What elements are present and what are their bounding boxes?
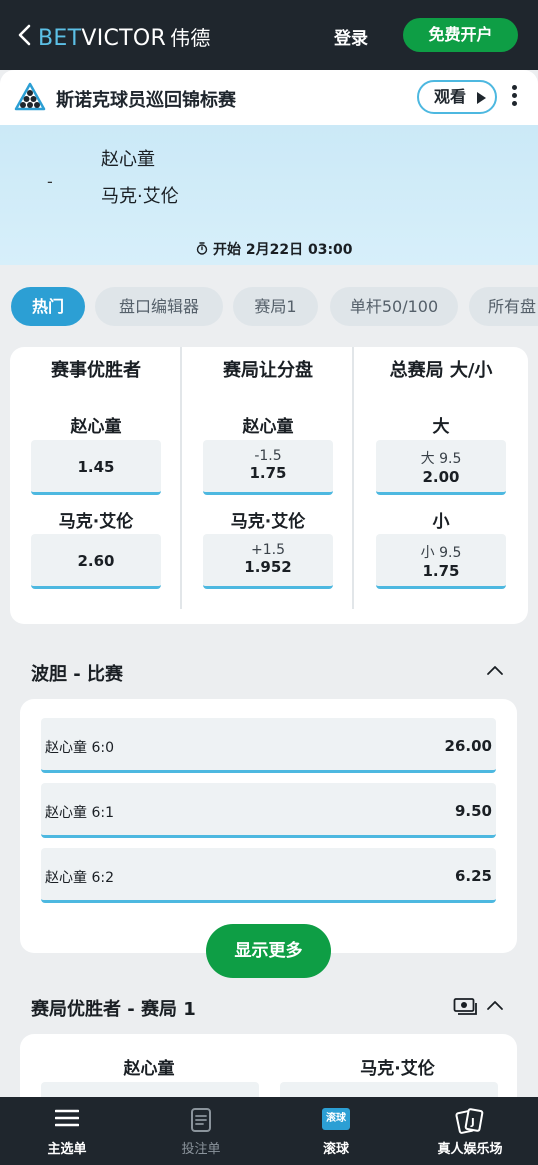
tab-frame-1[interactable]: 赛局1: [233, 287, 318, 326]
tab-popular[interactable]: 热门: [11, 287, 85, 326]
section-title-correct-score: 波胆 - 比赛: [31, 664, 124, 685]
more-options-icon[interactable]: [510, 85, 518, 109]
tab-all-markets[interactable]: 所有盘口: [469, 287, 538, 326]
player-1-name: 赵心童: [101, 149, 155, 170]
player-2-name: 马克·艾伦: [101, 186, 179, 207]
odds-price: 1.45: [77, 458, 115, 476]
tab-bet-builder[interactable]: 盘口编辑器: [95, 287, 223, 326]
selection-label: 赵心童: [70, 417, 122, 437]
start-label: 开始 2月22日 03:00: [213, 242, 353, 258]
login-button[interactable]: 登录: [334, 24, 368, 49]
nav-menu[interactable]: 主选单: [0, 1097, 134, 1165]
nav-label: 滚球: [322, 1142, 349, 1157]
odds-line: -1.5: [254, 448, 282, 464]
odds-price: 1.952: [244, 558, 292, 576]
betslip-icon: [191, 1108, 211, 1132]
bottom-nav: 主选单 投注单 滚球 滚球 J 真人娱乐场: [0, 1097, 538, 1165]
signup-button[interactable]: 免费开户: [403, 18, 518, 52]
selection-label: 马克·艾伦: [360, 1059, 435, 1079]
watch-label: 观看: [434, 87, 467, 106]
event-header: 斯诺克球员巡回锦标赛 观看: [0, 70, 538, 125]
odds-price: 2.00: [422, 468, 460, 486]
correct-score-row[interactable]: 赵心童 6:2 6.25: [41, 848, 496, 903]
watch-button[interactable]: 观看: [417, 80, 497, 114]
hamburger-menu-icon: [55, 1109, 79, 1127]
selection-label: 赵心童 6:0: [45, 740, 114, 756]
market-title-winner: 赛事优胜者: [51, 360, 141, 381]
section-title-frame-winner: 赛局优胜者 - 赛局 1: [31, 999, 196, 1020]
snooker-triangle-icon: [14, 82, 46, 111]
top-bar: BETVICTOR 伟德 登录 免费开户: [0, 0, 538, 70]
odds-price: 1.75: [249, 464, 287, 482]
selection-label: 马克·艾伦: [58, 512, 134, 532]
odds-button[interactable]: +1.5 1.952: [203, 534, 333, 589]
match-banner: - 赵心童 马克·艾伦 开始 2月22日 03:00: [0, 125, 538, 265]
market-title-handicap: 赛局让分盘: [223, 360, 313, 381]
market-title-total: 总赛局 大/小: [389, 360, 493, 381]
odds-line: 小 9.5: [420, 545, 462, 561]
column-divider: [352, 347, 354, 609]
market-tabs: 热门 盘口编辑器 赛局1 单杆50/100 所有盘口: [0, 265, 538, 347]
nav-label: 主选单: [47, 1142, 87, 1157]
odds-line: +1.5: [251, 542, 285, 558]
odds-line: 大 9.5: [420, 451, 462, 467]
nav-label: 投注单: [181, 1142, 221, 1157]
selection-label: 小: [432, 512, 450, 532]
match-start-time: 开始 2月22日 03:00: [196, 239, 353, 259]
nav-label: 真人娱乐场: [437, 1142, 503, 1157]
show-more-button[interactable]: 显示更多: [206, 924, 331, 978]
selection-label: 马克·艾伦: [230, 512, 306, 532]
correct-score-row[interactable]: 赵心童 6:1 9.50: [41, 783, 496, 838]
svg-text:J: J: [470, 1117, 475, 1128]
odds-price: 1.75: [422, 562, 460, 580]
match-score: -: [47, 172, 53, 191]
selection-label: 赵心童: [242, 417, 294, 437]
back-chevron-icon[interactable]: [14, 22, 36, 48]
event-title: 斯诺克球员巡回锦标赛: [56, 90, 236, 111]
odds-button[interactable]: 2.60: [31, 534, 161, 589]
brand-logo[interactable]: BETVICTOR 伟德: [38, 22, 211, 51]
odds-price: 6.25: [454, 867, 492, 885]
nav-casino[interactable]: J 真人娱乐场: [403, 1097, 537, 1165]
odds-button[interactable]: 1.45: [31, 440, 161, 495]
stopwatch-icon: [196, 242, 208, 255]
cash-out-icon: [453, 998, 477, 1015]
correct-score-row[interactable]: 赵心童 6:0 26.00: [41, 718, 496, 773]
odds-price: 9.50: [454, 802, 492, 820]
brand-cn: 伟德: [170, 26, 211, 50]
odds-button[interactable]: 小 9.5 1.75: [376, 534, 506, 589]
tab-century-breaks[interactable]: 单杆50/100: [330, 287, 458, 326]
nav-betslip[interactable]: 投注单: [134, 1097, 268, 1165]
inplay-icon: 滚球: [322, 1108, 350, 1130]
odds-price: 2.60: [77, 552, 115, 570]
playing-cards-icon: J: [455, 1108, 484, 1134]
brand-bet: BET: [38, 26, 82, 51]
selection-label: 赵心童 6:1: [45, 805, 114, 821]
selection-label: 赵心童 6:2: [45, 870, 114, 886]
odds-button[interactable]: -1.5 1.75: [203, 440, 333, 495]
main-markets-card: 赛事优胜者 赵心童 1.45 马克·艾伦 2.60 赛局让分盘 赵心童 -1.5…: [10, 347, 528, 624]
odds-button[interactable]: 大 9.5 2.00: [376, 440, 506, 495]
selection-label: 大: [432, 417, 450, 437]
column-divider: [180, 347, 182, 609]
odds-price: 26.00: [444, 737, 492, 755]
chevron-up-icon[interactable]: [486, 999, 504, 1011]
brand-victor: VICTOR: [81, 26, 167, 51]
play-icon: [477, 92, 486, 104]
inplay-badge-label: 滚球: [326, 1113, 346, 1124]
chevron-up-icon[interactable]: [486, 664, 504, 676]
nav-inplay[interactable]: 滚球 滚球: [269, 1097, 403, 1165]
selection-label: 赵心童: [123, 1059, 175, 1079]
